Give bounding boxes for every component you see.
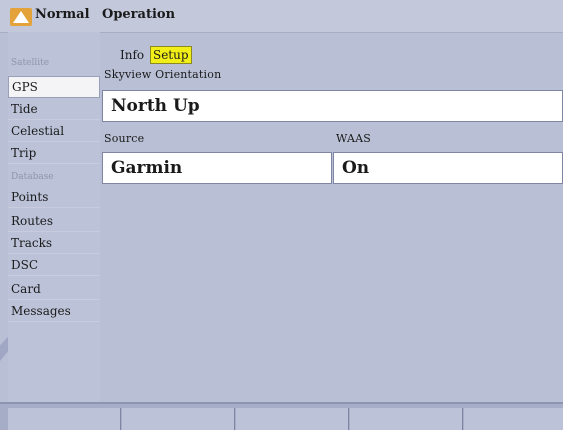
softkey-3[interactable] bbox=[236, 408, 349, 430]
source-label: Source bbox=[104, 132, 145, 145]
sidebar-item-trip[interactable]: Trip bbox=[8, 142, 100, 164]
setup-panel: Skyview Orientation North Up Source WAAS… bbox=[100, 64, 563, 402]
tab-bar: Info Setup bbox=[118, 46, 192, 64]
sidebar-item-celestial[interactable]: Celestial bbox=[8, 120, 100, 142]
sidebar-item-points[interactable]: Points bbox=[8, 186, 100, 208]
skyview-orientation-field[interactable]: North Up bbox=[102, 90, 563, 122]
softkey-5[interactable] bbox=[464, 408, 563, 430]
tab-setup[interactable]: Setup bbox=[149, 46, 192, 64]
source-field[interactable]: Garmin bbox=[102, 152, 332, 184]
sidebar: Satellite GPS Tide Celestial Trip Databa… bbox=[8, 32, 100, 402]
sidebar-item-tracks[interactable]: Tracks bbox=[8, 232, 100, 254]
sidebar-item-card[interactable]: Card bbox=[8, 278, 100, 300]
sidebar-item-tide[interactable]: Tide bbox=[8, 98, 100, 120]
mode-icon bbox=[10, 8, 32, 26]
sidebar-item-routes[interactable]: Routes bbox=[8, 210, 100, 232]
sidebar-item-dsc[interactable]: DSC bbox=[8, 254, 100, 276]
waas-label: WAAS bbox=[336, 132, 371, 145]
waas-field[interactable]: On bbox=[333, 152, 563, 184]
softkey-4[interactable] bbox=[350, 408, 463, 430]
softkey-2[interactable] bbox=[122, 408, 235, 430]
tab-info[interactable]: Info bbox=[118, 47, 146, 63]
skyview-orientation-label: Skyview Orientation bbox=[104, 68, 222, 81]
sidebar-item-messages[interactable]: Messages bbox=[8, 300, 100, 322]
mode-label: Normal bbox=[35, 7, 90, 22]
softkey-bar bbox=[0, 402, 563, 430]
title-bar: Normal Operation bbox=[0, 0, 563, 33]
sidebar-section-satellite: Satellite bbox=[11, 58, 50, 68]
sidebar-section-database: Database bbox=[11, 172, 54, 182]
softkey-1[interactable] bbox=[8, 408, 121, 430]
sidebar-item-gps[interactable]: GPS bbox=[8, 76, 100, 98]
page-title: Operation bbox=[102, 7, 176, 22]
